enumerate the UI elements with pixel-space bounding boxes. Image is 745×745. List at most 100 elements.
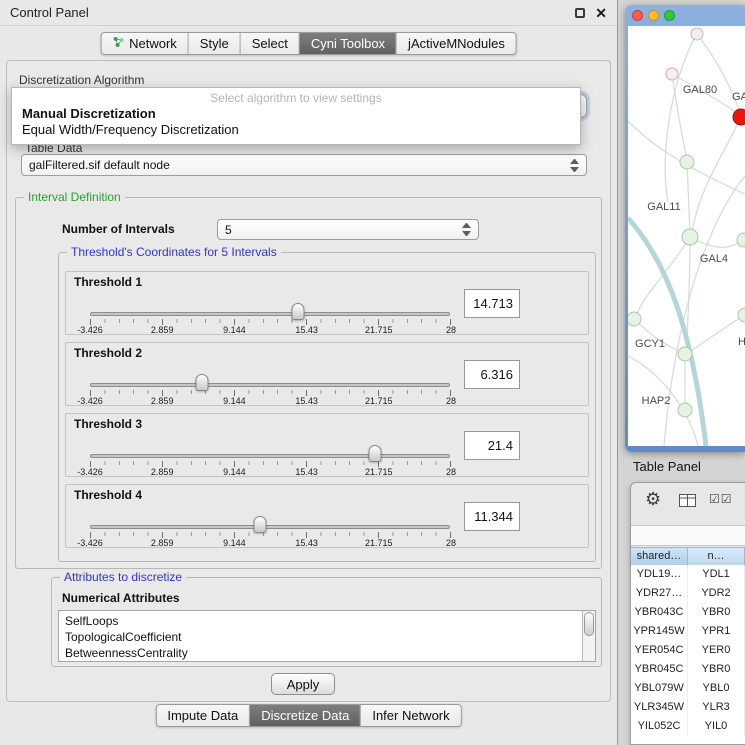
network-node[interactable] — [737, 233, 745, 247]
zoom-traffic-light-icon[interactable] — [664, 10, 675, 21]
threshold-1-slider-thumb[interactable] — [292, 303, 305, 320]
close-icon[interactable]: ✕ — [595, 6, 607, 20]
gear-icon[interactable]: ⚙ — [645, 490, 661, 508]
slider-scale-label: 2.859 — [151, 467, 174, 477]
list-item-topologicalcoefficient[interactable]: TopologicalCoefficient — [59, 629, 595, 645]
threshold-1-slider[interactable]: -3.4262.8599.14415.4321.71528 — [90, 296, 451, 334]
table-cell: YDR2 — [688, 584, 745, 603]
dropdown-option-manual-discretization[interactable]: Manual Discretization — [12, 106, 580, 122]
dropdown-option-equal-width-frequency[interactable]: Equal Width/Frequency Discretization — [12, 122, 580, 138]
threshold-2-slider[interactable]: -3.4262.8599.14415.4321.71528 — [90, 367, 451, 405]
columns-icon[interactable] — [679, 494, 696, 512]
tab-cyni-toolbox[interactable]: Cyni Toolbox — [300, 33, 397, 54]
network-node[interactable] — [738, 308, 745, 322]
thresholds-group: Threshold's Coordinates for 5 Intervals … — [58, 252, 596, 562]
threshold-4-value-field[interactable]: 11.344 — [464, 502, 520, 531]
network-node[interactable] — [691, 28, 703, 40]
tab-infer-network[interactable]: Infer Network — [361, 705, 460, 726]
threshold-2-label: Threshold 2 — [74, 346, 142, 360]
table-cell: YIL0 — [688, 717, 745, 736]
threshold-3-slider-thumb[interactable] — [369, 445, 382, 462]
tab-style[interactable]: Style — [189, 33, 241, 54]
attributes-list-scrollbar[interactable] — [582, 611, 595, 661]
table-row[interactable]: YIL052CYIL0 — [631, 717, 745, 736]
network-window-titlebar — [625, 5, 745, 26]
slider-scale-label: 21.715 — [365, 325, 393, 335]
checkbox-icon[interactable]: ☑ — [709, 492, 721, 506]
node-label-gal11: GAL11 — [647, 201, 680, 213]
network-icon — [112, 36, 124, 51]
table-cell: YBR045C — [631, 660, 688, 679]
column-header-name[interactable]: n… — [688, 547, 745, 566]
apply-button[interactable]: Apply — [271, 673, 335, 695]
slider-scale-label: 28 — [446, 538, 456, 548]
tab-discretize-data[interactable]: Discretize Data — [250, 705, 361, 726]
checkbox-filter-icons[interactable]: ☑☑ — [709, 492, 733, 506]
numerical-attributes-list[interactable]: SelfLoops TopologicalCoefficient Between… — [58, 610, 596, 662]
tab-label: Network — [129, 36, 177, 51]
tab-label: Impute Data — [167, 708, 238, 723]
slider-scale-label: 15.43 — [295, 396, 318, 406]
scrollbar-thumb[interactable] — [584, 612, 594, 636]
threshold-4-slider-thumb[interactable] — [253, 516, 266, 533]
threshold-1-label: Threshold 1 — [74, 275, 142, 289]
network-node-gal11[interactable] — [680, 155, 694, 169]
table-toolbar-band — [631, 525, 745, 546]
network-canvas[interactable]: GAL80 GA GAL11 GAL4 GCY1 H HAP2 — [628, 26, 745, 446]
checkbox-icon[interactable]: ☑ — [721, 492, 733, 506]
threshold-3-value-field[interactable]: 21.4 — [464, 431, 520, 460]
table-cell: YPR1 — [688, 622, 745, 641]
interval-definition-group: Interval Definition Number of Intervals … — [15, 197, 602, 569]
tab-select[interactable]: Select — [241, 33, 300, 54]
number-of-intervals-select[interactable]: 5 — [217, 219, 479, 240]
node-label-gal80: GAL80 — [683, 84, 717, 96]
tab-impute-data[interactable]: Impute Data — [156, 705, 250, 726]
network-node-gal4[interactable] — [682, 229, 698, 245]
slider-scale-label: 28 — [446, 325, 456, 335]
discretization-algorithm-label: Discretization Algorithm — [19, 73, 144, 87]
slider-scale-label: 21.715 — [365, 467, 393, 477]
slider-scale-label: 15.43 — [295, 467, 318, 477]
threshold-4-slider[interactable]: -3.4262.8599.14415.4321.71528 — [90, 509, 451, 547]
threshold-1-value-field[interactable]: 14.713 — [464, 289, 520, 318]
slider-scale-label: 28 — [446, 467, 456, 477]
slider-scale-label: 2.859 — [151, 396, 174, 406]
table-row[interactable]: YBR045CYBR0 — [631, 660, 745, 679]
threshold-2-slider-thumb[interactable] — [195, 374, 208, 391]
network-node-hap2[interactable] — [678, 403, 692, 417]
network-node[interactable] — [678, 347, 692, 361]
float-window-icon[interactable] — [575, 8, 585, 18]
list-item-selfloops[interactable]: SelfLoops — [59, 613, 595, 629]
table-cell: YBR043C — [631, 603, 688, 622]
tab-label: Cyni Toolbox — [311, 36, 385, 51]
threshold-3-slider[interactable]: -3.4262.8599.14415.4321.71528 — [90, 438, 451, 476]
selected-red-node[interactable] — [733, 109, 745, 125]
table-rows: YDL19…YDL1YDR27…YDR2YBR043CYBR0YPR145WYP… — [631, 565, 745, 744]
table-panel-window: ⚙ ☑☑ shared… n… YDL19…YDL1YDR27…YDR2YBR0… — [630, 482, 745, 745]
attributes-group-title: Attributes to discretize — [60, 570, 186, 584]
column-header-shared-name[interactable]: shared… — [631, 547, 688, 566]
table-row[interactable]: YBL079WYBL0 — [631, 679, 745, 698]
network-node-gcy1[interactable] — [628, 312, 641, 326]
threshold-2-value-field[interactable]: 6.316 — [464, 360, 520, 389]
window-title: Control Panel — [10, 5, 89, 20]
table-row[interactable]: YER054CYER0 — [631, 641, 745, 660]
table-cell: YBL0 — [688, 679, 745, 698]
table-data-select[interactable]: galFiltered.sif default node — [21, 154, 587, 176]
tab-network[interactable]: Network — [101, 33, 189, 54]
node-label-partial: GA — [732, 91, 745, 103]
table-row[interactable]: YPR145WYPR1 — [631, 622, 745, 641]
close-traffic-light-icon[interactable] — [632, 10, 643, 21]
minimize-traffic-light-icon[interactable] — [648, 10, 659, 21]
table-row[interactable]: YDL19…YDL1 — [631, 565, 745, 584]
table-data-selected-value: galFiltered.sif default node — [29, 158, 170, 172]
list-item-betweennesscentrality[interactable]: BetweennessCentrality — [59, 645, 595, 661]
tab-label: jActiveMNodules — [408, 36, 505, 51]
tab-jactivemnodules[interactable]: jActiveMNodules — [397, 33, 516, 54]
table-row[interactable]: YLR345WYLR3 — [631, 698, 745, 717]
network-node-gal80[interactable] — [666, 68, 678, 80]
table-row[interactable]: YDR27…YDR2 — [631, 584, 745, 603]
table-row[interactable]: YBR043CYBR0 — [631, 603, 745, 622]
slider-scale-label: 15.43 — [295, 538, 318, 548]
node-label-hap2: HAP2 — [642, 395, 671, 407]
